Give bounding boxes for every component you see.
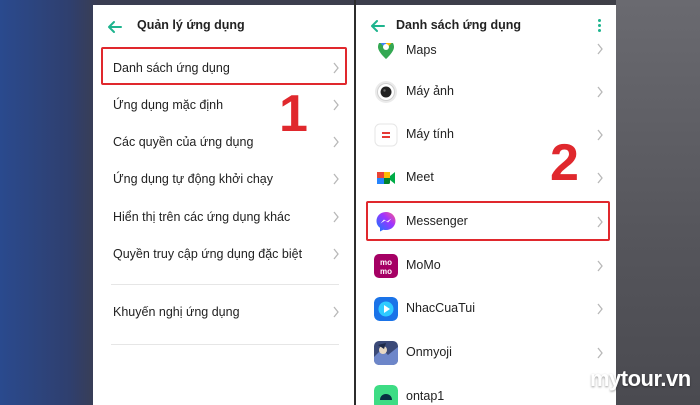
menu-item-app-recommendations[interactable]: Khuyến nghị ứng dụng [93,293,354,331]
onmyoji-icon [374,341,398,365]
menu-item-app-permissions[interactable]: Các quyền của ứng dụng [93,123,354,161]
app-label: Máy ảnh [406,84,454,98]
nhaccuatui-icon [374,297,398,321]
chevron-right-icon [597,172,603,184]
app-label: Meet [406,170,434,184]
chevron-right-icon [333,136,339,148]
step-number-1: 1 [279,85,308,143]
more-options-icon[interactable] [598,19,602,35]
menu-item-special-access[interactable]: Quyền truy cập ứng dụng đặc biệt [93,235,354,273]
menu-item-label: Hiển thị trên các ứng dụng khác [113,210,291,224]
menu-item-label: Ứng dụng mặc định [113,98,224,112]
app-item-ontap1[interactable]: ontap1 [356,375,616,405]
chevron-right-icon [597,303,603,315]
app-item-onmyoji[interactable]: Onmyoji [356,331,616,375]
app-label: Onmyoji [406,345,452,359]
back-arrow-icon[interactable] [368,16,388,36]
menu-item-label: Quyền truy cập ứng dụng đặc biệt [113,247,303,261]
page-title: Danh sách ứng dụng [396,18,522,32]
step-number-2: 2 [550,134,579,192]
app-item-camera[interactable]: Máy ảnh [356,70,616,114]
calculator-icon [374,123,398,147]
google-meet-icon [377,172,395,184]
app-label: ontap1 [406,389,445,403]
highlight-box-app-list [101,47,347,85]
background-right [616,0,700,405]
chevron-right-icon [597,43,603,55]
android-app-icon [374,385,398,405]
menu-item-display-over-apps[interactable]: Hiển thị trên các ứng dụng khác [93,198,354,236]
svg-text:mo: mo [380,258,392,267]
chevron-right-icon [597,260,603,272]
menu-item-label: Các quyền của ứng dụng [113,135,254,149]
app-item-momo[interactable]: mo mo MoMo [356,244,616,288]
chevron-right-icon [333,173,339,185]
app-item-nhaccuatui[interactable]: NhacCuaTui [356,287,616,331]
section-divider [111,284,339,285]
back-arrow-icon[interactable] [105,17,125,37]
header: Quản lý ứng dụng [93,5,354,49]
app-label: MoMo [406,258,441,272]
camera-icon [375,81,397,103]
chevron-right-icon [597,86,603,98]
watermark-logo: mytour.vn [590,366,691,391]
chevron-right-icon [333,99,339,111]
menu-item-label: Ứng dụng tự động khởi chạy [113,172,273,186]
page-title: Quản lý ứng dụng [137,18,245,32]
highlight-box-messenger [366,201,610,241]
menu-item-auto-launch[interactable]: Ứng dụng tự động khởi chạy [93,160,354,198]
chevron-right-icon [597,347,603,359]
section-divider [111,344,339,345]
chevron-right-icon [333,248,339,260]
chevron-right-icon [333,306,339,318]
app-label: NhacCuaTui [406,301,476,315]
menu-item-default-apps[interactable]: Ứng dụng mặc định [93,86,354,124]
header: Danh sách ứng dụng [356,5,616,43]
app-label: Maps [406,43,437,57]
svg-text:mo: mo [380,267,392,276]
chevron-right-icon [333,211,339,223]
momo-icon: mo mo [374,254,398,278]
chevron-right-icon [597,129,603,141]
app-label: Máy tính [406,127,454,141]
menu-item-label: Khuyến nghị ứng dụng [113,305,240,319]
